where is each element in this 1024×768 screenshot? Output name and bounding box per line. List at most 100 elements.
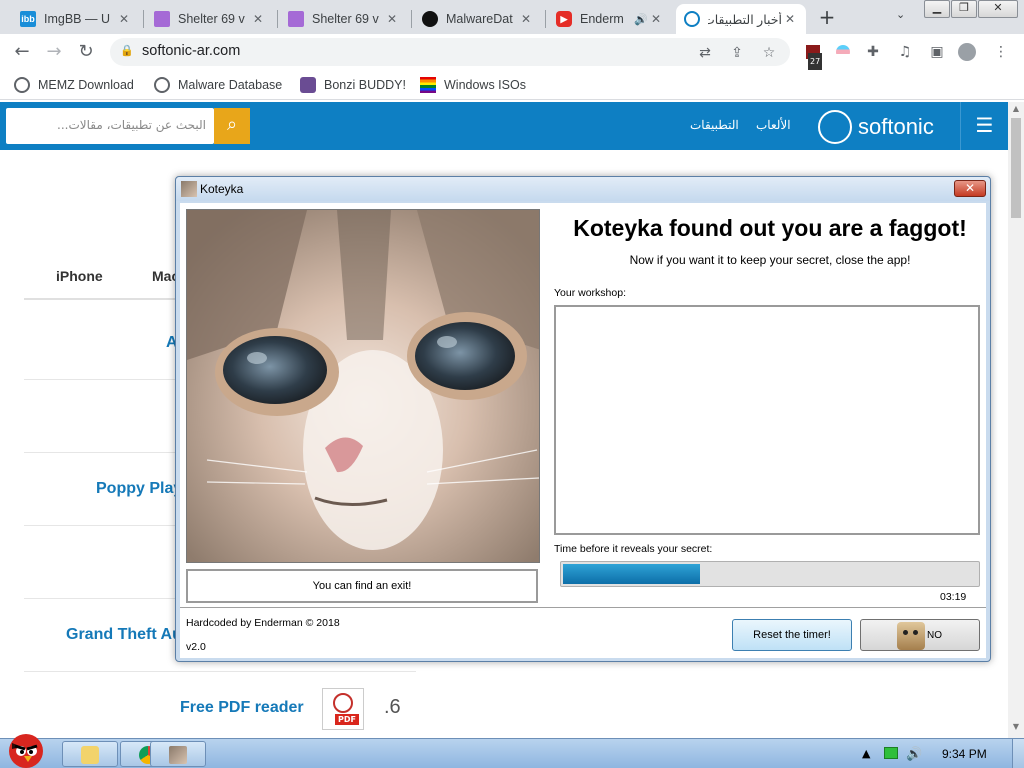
- menu-icon[interactable]: ⋮: [992, 43, 1010, 61]
- sidepanel-icon[interactable]: ▣: [928, 43, 946, 61]
- imgbb-icon: ibb: [20, 11, 36, 27]
- nav-apps[interactable]: التطبيقات: [690, 118, 739, 132]
- close-icon[interactable]: ✕: [384, 12, 400, 26]
- tab-enderman[interactable]: ▶ Enderm 🔊 ✕: [548, 4, 672, 34]
- koteyka-app-icon: [181, 181, 197, 197]
- battery-icon[interactable]: [884, 747, 898, 759]
- globe-icon: [154, 77, 170, 93]
- bookmark-memz[interactable]: MEMZ Download: [14, 76, 134, 94]
- divider: [24, 671, 416, 672]
- platform-tabs: iPhone Mac: [24, 262, 194, 300]
- pdf-reader-icon[interactable]: PDF: [322, 688, 364, 730]
- address-bar[interactable]: 🔒 softonic-ar.com ⇄ ⇪ ☆: [110, 38, 790, 66]
- scroll-thumb[interactable]: [1011, 118, 1021, 218]
- bookmarks-bar: MEMZ Download Malware Database Bonzi BUD…: [0, 70, 1024, 100]
- taskbar: ▲ 🔊 9:34 PM: [0, 734, 1024, 768]
- folder-icon: [81, 746, 99, 764]
- tab-shelter-1[interactable]: Shelter 69 v ✕: [146, 4, 274, 34]
- browser-toolbar: ← → ↻ 🔒 softonic-ar.com ⇄ ⇪ ☆ 27 ✚ ♫ ▣ ⋮: [0, 34, 1024, 71]
- minimize-button[interactable]: ▁: [924, 0, 950, 18]
- logo-text: softonic: [858, 114, 934, 139]
- url-text[interactable]: softonic-ar.com: [142, 43, 240, 59]
- clock[interactable]: 9:34 PM: [942, 747, 987, 761]
- globe-icon: [14, 77, 30, 93]
- koteyka-titlebar[interactable]: Koteyka ✕: [176, 177, 990, 201]
- youtube-icon: ▶: [556, 11, 572, 27]
- lock-icon[interactable]: 🔒: [120, 44, 134, 60]
- exit-hint-text: You can find an exit!: [312, 580, 412, 592]
- no-button[interactable]: NO: [860, 619, 980, 651]
- scroll-up-icon[interactable]: ▲: [1008, 104, 1024, 118]
- search-icon[interactable]: ⌕: [214, 108, 250, 144]
- tab-title: MalwareDat: [446, 12, 513, 26]
- translate-icon[interactable]: ⇄: [696, 44, 714, 62]
- site-search-input[interactable]: البحث عن تطبيقات، مقالات...: [6, 108, 214, 144]
- maximize-button[interactable]: ❐: [951, 0, 977, 18]
- tab-title: ImgBB — U: [44, 12, 110, 26]
- profile-icon[interactable]: [958, 43, 976, 61]
- extension-icon[interactable]: 27: [804, 43, 823, 71]
- close-icon[interactable]: ✕: [648, 12, 664, 26]
- divider: [180, 607, 986, 608]
- share-icon[interactable]: ⇪: [728, 44, 746, 62]
- taskbar-explorer[interactable]: [62, 741, 118, 767]
- timer-label: Time before it reveals your secret:: [554, 543, 713, 555]
- tab-malwaredatabase[interactable]: MalwareDat ✕: [414, 4, 542, 34]
- close-window-button[interactable]: ✕: [978, 0, 1018, 18]
- koteyka-close-button[interactable]: ✕: [954, 180, 986, 197]
- bonzi-icon: [300, 77, 316, 93]
- search-placeholder: البحث عن تطبيقات، مقالات...: [57, 118, 206, 132]
- close-icon[interactable]: ✕: [518, 12, 534, 26]
- close-icon[interactable]: ✕: [782, 12, 798, 26]
- puzzle-icon[interactable]: ✚: [864, 43, 882, 61]
- cat-photo: [186, 209, 540, 563]
- koteyka-window: Koteyka ✕ You can find an exit! Koteyka …: [175, 176, 991, 662]
- close-icon[interactable]: ✕: [116, 12, 132, 26]
- tab-softonic[interactable]: أخبار التطبيقات ✕: [676, 4, 806, 34]
- headline: Koteyka found out you are a faggot!: [573, 215, 967, 241]
- bookmark-windows-isos[interactable]: Windows ISOs: [420, 76, 526, 94]
- tab-shelter-2[interactable]: Shelter 69 v ✕: [280, 4, 408, 34]
- bookmark-malware-database[interactable]: Malware Database: [154, 76, 282, 94]
- tab-iphone[interactable]: iPhone: [56, 268, 103, 284]
- bookmark-star-icon[interactable]: ☆: [760, 44, 778, 62]
- reset-timer-button[interactable]: Reset the timer!: [732, 619, 852, 651]
- github-icon: [422, 11, 438, 27]
- bookmark-bonzi[interactable]: Bonzi BUDDY!: [300, 76, 406, 94]
- rainbow-flag-icon: [420, 77, 436, 93]
- show-desktop-button[interactable]: [1012, 739, 1024, 768]
- start-button[interactable]: [2, 729, 50, 768]
- back-icon[interactable]: ←: [12, 42, 32, 62]
- hamburger-menu-icon[interactable]: ☰: [960, 102, 1008, 150]
- timer-progress-fill: [563, 564, 701, 584]
- forward-icon[interactable]: →: [44, 42, 64, 62]
- shelter-icon: [288, 11, 304, 27]
- speaker-icon[interactable]: 🔊: [634, 13, 648, 26]
- volume-icon[interactable]: 🔊: [906, 747, 922, 762]
- reload-icon[interactable]: ↻: [76, 42, 96, 62]
- time-remaining: 03:19: [940, 591, 967, 603]
- softonic-icon: [684, 11, 700, 27]
- close-icon[interactable]: ✕: [250, 12, 266, 26]
- tab-search-icon[interactable]: ⌄: [896, 8, 905, 21]
- workshop-area[interactable]: [554, 305, 980, 535]
- site-header: البحث عن تطبيقات، مقالات... ⌕ التطبيقات …: [0, 102, 1008, 150]
- flag-extension-icon[interactable]: [834, 43, 852, 61]
- page-scrollbar[interactable]: ▲ ▼: [1008, 102, 1024, 738]
- softonic-logo[interactable]: softonic: [818, 110, 934, 144]
- tab-title: Enderm: [580, 12, 624, 26]
- workshop-label: Your workshop:: [554, 287, 626, 299]
- tab-imgbb[interactable]: ibb ImgBB — U ✕: [12, 4, 140, 34]
- shelter-icon: [154, 11, 170, 27]
- list-item-title[interactable]: Free PDF reader: [180, 699, 304, 717]
- nav-games[interactable]: الألعاب: [756, 118, 791, 132]
- media-icon[interactable]: ♫: [896, 43, 914, 61]
- list-item-title[interactable]: Grand Theft Au: [66, 626, 182, 644]
- tray-expand-icon[interactable]: ▲: [862, 747, 870, 760]
- new-tab-button[interactable]: +: [816, 7, 838, 29]
- bookmark-label: Windows ISOs: [444, 78, 526, 92]
- list-item-title[interactable]: Poppy Play: [96, 480, 182, 498]
- taskbar-koteyka[interactable]: [150, 741, 206, 767]
- window-controls: ▁ ❐ ✕: [923, 0, 1018, 18]
- scroll-down-icon[interactable]: ▼: [1008, 722, 1024, 736]
